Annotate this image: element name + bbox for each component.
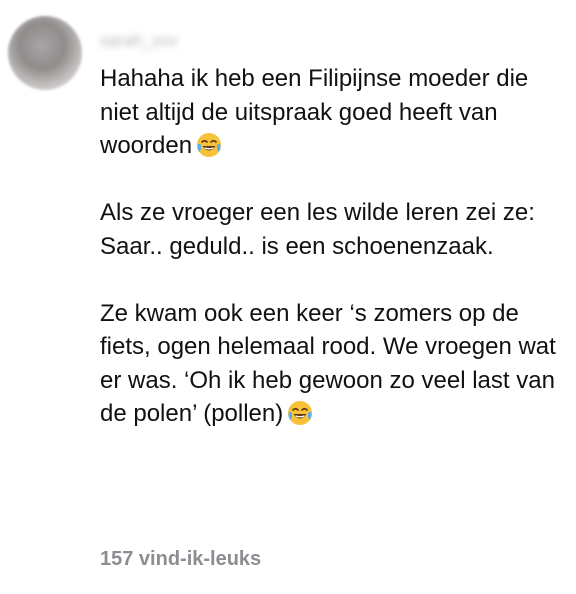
comment-text-3: Ze kwam ook een keer ‘s zomers op de fie… (100, 299, 556, 428)
comment-paragraph-3: Ze kwam ook een keer ‘s zomers op de fie… (100, 297, 570, 431)
comment-text-1: Hahaha ik heb een Filipijnse moeder die … (100, 65, 529, 159)
author-name[interactable]: sarah_xxx (100, 30, 246, 52)
face-with-tears-of-joy-icon (196, 132, 222, 158)
comment-paragraph-1: Hahaha ik heb een Filipijnse moeder die … (100, 62, 570, 163)
likes-count-link[interactable]: 157 vind-ik-leuks (100, 548, 261, 571)
face-with-tears-of-joy-icon (287, 400, 313, 426)
comment-body: Hahaha ik heb een Filipijnse moeder die … (100, 62, 570, 431)
comment-paragraph-2: Als ze vroeger een les wilde leren zei z… (100, 196, 570, 263)
avatar[interactable] (8, 16, 82, 90)
comment-text-2: Als ze vroeger een les wilde leren zei z… (100, 199, 535, 260)
